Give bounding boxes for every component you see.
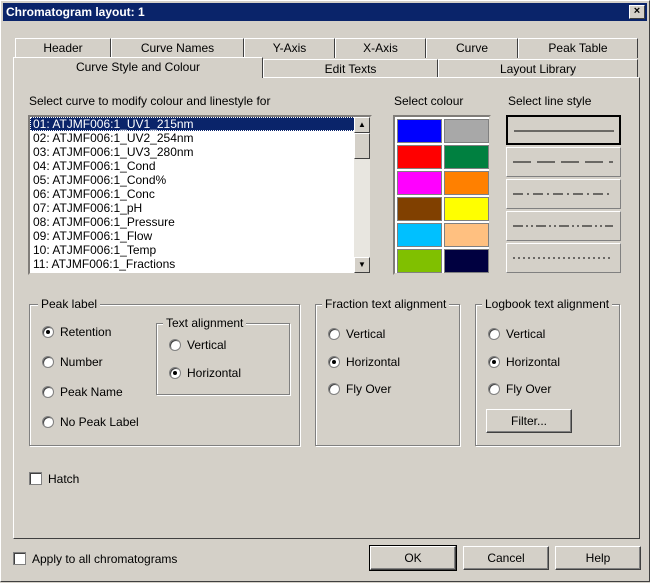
curve-list-item[interactable]: 07: ATJMF006:1_pH <box>30 201 370 215</box>
logbook-text-alignment-title: Logbook text alignment <box>482 297 613 311</box>
text-alignment-title: Text alignment <box>163 316 247 330</box>
radio-dot-icon <box>169 338 181 351</box>
checkbox-icon <box>29 472 42 486</box>
radio-dot-icon <box>328 382 340 395</box>
curve-list-item[interactable]: 09: ATJMF006:1_Flow <box>30 229 370 243</box>
filter-button[interactable]: Filter... <box>486 409 572 433</box>
line-style-dash-dot-dot[interactable] <box>506 211 621 241</box>
curve-list-item[interactable]: 06: ATJMF006:1_Conc <box>30 187 370 201</box>
curve-list-item[interactable]: 03: ATJMF006:1_UV3_280nm <box>30 145 370 159</box>
radio-logbook-horizontal[interactable]: Horizontal <box>488 355 560 371</box>
fraction-text-alignment-group: Fraction text alignment Vertical Horizon… <box>315 297 460 446</box>
colour-swatch[interactable] <box>397 145 442 169</box>
radio-dot-icon <box>42 325 54 338</box>
radio-text-horizontal[interactable]: Horizontal <box>169 366 241 382</box>
hatch-checkbox[interactable]: Hatch <box>29 472 79 488</box>
radio-dot-icon <box>42 415 54 428</box>
radio-text-vertical[interactable]: Vertical <box>169 338 226 354</box>
line-style-dash-dot[interactable] <box>506 179 621 209</box>
colour-swatch[interactable] <box>444 197 489 221</box>
curve-list-item[interactable]: 04: ATJMF006:1_Cond <box>30 159 370 173</box>
line-style-list <box>506 115 621 275</box>
text-alignment-group: Text alignment Vertical Horizontal <box>156 316 290 395</box>
line-style-dashed[interactable] <box>506 147 621 177</box>
radio-dot-icon <box>42 355 54 368</box>
select-line-style-label: Select line style <box>508 94 592 108</box>
curve-list-item[interactable]: 11: ATJMF006:1_Fractions <box>30 257 370 271</box>
radio-dot-icon <box>42 385 54 398</box>
radio-dot-icon <box>169 366 181 379</box>
curve-list-scrollbar[interactable]: ▲ ▼ <box>354 117 370 273</box>
radio-retention[interactable]: Retention <box>42 325 111 341</box>
peak-label-group: Peak label Retention Number Peak Name No… <box>29 297 300 446</box>
peak-label-title: Peak label <box>38 297 101 311</box>
curve-list-item[interactable]: 01: ATJMF006:1_UV1_215nm <box>30 117 370 131</box>
radio-number[interactable]: Number <box>42 355 103 371</box>
scroll-down-icon[interactable]: ▼ <box>354 257 370 273</box>
radio-fraction-horizontal[interactable]: Horizontal <box>328 355 400 371</box>
scroll-thumb[interactable] <box>354 133 370 159</box>
radio-dot-icon <box>328 355 340 368</box>
radio-dot-icon <box>328 327 340 340</box>
radio-dot-icon <box>488 327 500 340</box>
radio-dot-icon <box>488 355 500 368</box>
chromatogram-layout-dialog: Chromatogram layout: 1 × Header Curve Na… <box>0 0 650 582</box>
radio-logbook-fly-over[interactable]: Fly Over <box>488 382 551 398</box>
radio-logbook-vertical[interactable]: Vertical <box>488 327 545 343</box>
curve-select-label: Select curve to modify colour and linest… <box>29 94 271 108</box>
curve-list-item[interactable]: 05: ATJMF006:1_Cond% <box>30 173 370 187</box>
panel-content: Select curve to modify colour and linest… <box>1 1 650 583</box>
colour-swatch[interactable] <box>397 249 442 273</box>
colour-swatch[interactable] <box>397 223 442 247</box>
colour-swatch[interactable] <box>397 171 442 195</box>
radio-dot-icon <box>488 382 500 395</box>
colour-swatch[interactable] <box>444 223 489 247</box>
logbook-text-alignment-group: Logbook text alignment Vertical Horizont… <box>475 297 620 446</box>
colour-swatch[interactable] <box>444 145 489 169</box>
colour-swatch[interactable] <box>444 171 489 195</box>
colour-swatch[interactable] <box>397 119 442 143</box>
curve-list-item[interactable]: 02: ATJMF006:1_UV2_254nm <box>30 131 370 145</box>
colour-palette <box>393 115 491 275</box>
radio-no-peak-label[interactable]: No Peak Label <box>42 415 139 431</box>
curve-listbox[interactable]: 01: ATJMF006:1_UV1_215nm 02: ATJMF006:1_U… <box>28 115 372 275</box>
curve-list-item[interactable]: 10: ATJMF006:1_Temp <box>30 243 370 257</box>
line-style-solid[interactable] <box>506 115 621 145</box>
colour-swatch[interactable] <box>444 119 489 143</box>
radio-fraction-vertical[interactable]: Vertical <box>328 327 385 343</box>
fraction-text-alignment-title: Fraction text alignment <box>322 297 450 311</box>
radio-peak-name[interactable]: Peak Name <box>42 385 123 401</box>
radio-fraction-fly-over[interactable]: Fly Over <box>328 382 391 398</box>
colour-swatch[interactable] <box>397 197 442 221</box>
colour-swatch[interactable] <box>444 249 489 273</box>
curve-list-item[interactable]: 08: ATJMF006:1_Pressure <box>30 215 370 229</box>
line-style-dotted[interactable] <box>506 243 621 273</box>
curve-list: 01: ATJMF006:1_UV1_215nm 02: ATJMF006:1_U… <box>30 117 370 271</box>
select-colour-label: Select colour <box>394 94 464 108</box>
scroll-up-icon[interactable]: ▲ <box>354 117 370 133</box>
